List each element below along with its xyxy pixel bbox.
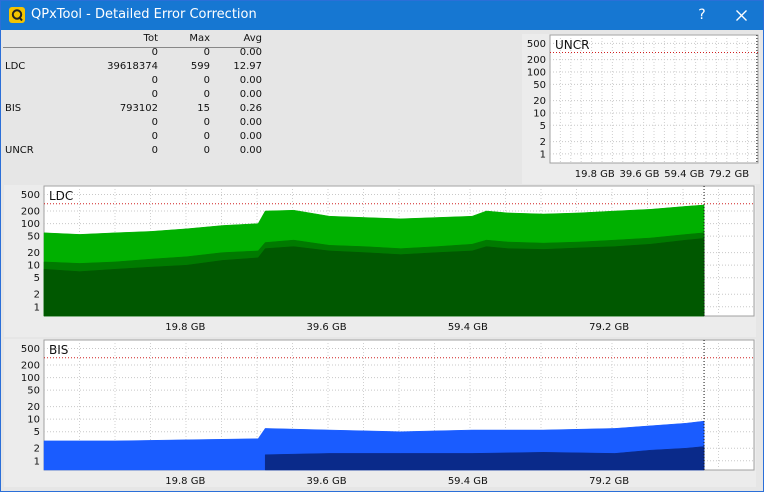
y-tick-label: 10 — [27, 415, 40, 426]
help-icon: ? — [698, 7, 706, 23]
x-tick-label: 59.4 GB — [664, 169, 704, 180]
x-tick-label: 19.8 GB — [165, 322, 205, 333]
stats-row-max: 0 — [203, 130, 210, 142]
x-tick-label: 59.4 GB — [448, 476, 488, 487]
y-tick-label: 1 — [540, 149, 546, 160]
y-tick-label: 5 — [540, 121, 546, 132]
stats-row-avg: 0.00 — [239, 116, 262, 128]
stats-row-max: 599 — [190, 61, 210, 73]
stats-row: 0 0 0.00 — [1, 88, 262, 102]
close-button[interactable] — [723, 1, 761, 30]
qpxtool-window: QPxTool - Detailed Error Correction ? To… — [0, 0, 764, 492]
x-tick-label: 39.6 GB — [307, 322, 347, 333]
y-tick-label: 10 — [533, 108, 546, 119]
stats-row: 0 0 0.00 — [1, 74, 262, 88]
stats-row-tot: 793102 — [119, 102, 158, 114]
y-tick-label: 50 — [533, 80, 546, 91]
y-tick-label: 100 — [527, 67, 546, 78]
statistics-table: Tot Max Avg 0 0 0.00 LDC 39618374 599 12.97 0 0 0… — [1, 32, 271, 157]
stats-header-avg: Avg — [243, 33, 262, 45]
stats-row: UNCR 0 0 0.00 — [1, 143, 262, 157]
ldc-chart: 500 200 100 50 20 10 5 2 1 19.8 GB 39.6 GB 59.4 GB 7… — [4, 185, 756, 337]
stats-row-label — [1, 74, 93, 88]
stats-row-label — [1, 129, 93, 143]
y-tick-label: 5 — [34, 427, 40, 438]
stats-header-max: Max — [189, 33, 210, 45]
stats-row-tot: 39618374 — [107, 61, 158, 73]
y-tick-label: 2 — [540, 137, 546, 148]
help-button[interactable]: ? — [683, 1, 721, 30]
y-tick-label: 50 — [27, 386, 40, 397]
y-tick-label: 10 — [27, 261, 40, 272]
stats-header-divider — [3, 47, 259, 48]
window-title: QPxTool - Detailed Error Correction — [31, 7, 257, 22]
uncr-chart: 500 200 100 50 20 10 5 2 1 19.8 GB 39.6 GB 59.4 GB 7… — [522, 34, 760, 184]
stats-row-max: 0 — [203, 144, 210, 156]
stats-row-label: BIS — [5, 102, 22, 114]
stats-row-max: 0 — [203, 75, 210, 87]
stats-row-avg: 0.00 — [239, 130, 262, 142]
stats-row-label — [1, 115, 93, 129]
stats-row-avg: 0.00 — [239, 89, 262, 100]
y-tick-label: 2 — [34, 444, 40, 455]
y-tick-label: 5 — [34, 273, 40, 284]
y-tick-label: 200 — [21, 361, 40, 372]
stats-row-label: UNCR — [5, 144, 34, 156]
stats-row-max: 0 — [203, 89, 210, 100]
y-tick-label: 200 — [527, 55, 546, 66]
y-tick-label: 20 — [27, 248, 40, 259]
chart-title: UNCR — [555, 38, 589, 52]
stats-row-tot: 0 — [151, 130, 158, 142]
qpxtool-logo-icon — [9, 7, 25, 23]
y-tick-label: 500 — [21, 190, 40, 201]
stats-row-avg: 12.97 — [233, 61, 262, 73]
stats-row-tot: 0 — [151, 89, 158, 100]
stats-row-tot: 0 — [151, 75, 158, 87]
y-tick-label: 100 — [21, 373, 40, 384]
y-tick-label: 2 — [34, 290, 40, 301]
y-tick-label: 50 — [27, 232, 40, 243]
x-tick-label: 79.2 GB — [589, 476, 629, 487]
stats-row-label — [1, 88, 93, 102]
y-tick-label: 500 — [527, 39, 546, 50]
stats-row-max: 15 — [197, 102, 210, 114]
stats-row: 0 0 0.00 — [1, 115, 262, 129]
title-bar[interactable]: QPxTool - Detailed Error Correction ? — [1, 1, 763, 30]
stats-row: BIS 793102 15 0.26 — [1, 101, 262, 115]
stats-row-avg: 0.00 — [239, 75, 262, 87]
chart-title: BIS — [49, 343, 68, 357]
stats-row-tot: 0 — [151, 144, 158, 156]
x-tick-label: 19.8 GB — [165, 476, 205, 487]
y-tick-label: 20 — [533, 96, 546, 107]
stats-row-tot: 0 — [151, 116, 158, 128]
close-icon — [736, 10, 747, 21]
bis-chart: 500 200 100 50 20 10 5 2 1 19.8 GB 39.6 GB 59.4 GB 7… — [4, 339, 756, 487]
y-tick-label: 200 — [21, 207, 40, 218]
x-tick-label: 79.2 GB — [709, 169, 749, 180]
stats-row: 0 0 0.00 — [1, 129, 262, 143]
chart-title: LDC — [49, 189, 73, 203]
stats-header-tot: Tot — [143, 33, 158, 45]
x-tick-label: 39.6 GB — [307, 476, 347, 487]
stats-header-blank — [1, 32, 93, 46]
y-tick-label: 1 — [34, 302, 40, 313]
stats-row-avg: 0.00 — [239, 144, 262, 156]
y-tick-label: 20 — [27, 402, 40, 413]
stats-row-avg: 0.26 — [239, 102, 262, 114]
stats-row-label: LDC — [5, 61, 26, 73]
x-tick-label: 79.2 GB — [589, 322, 629, 333]
stats-row: LDC 39618374 599 12.97 — [1, 60, 262, 74]
y-tick-label: 500 — [21, 344, 40, 355]
x-tick-label: 39.6 GB — [619, 169, 659, 180]
stats-row-max: 0 — [203, 116, 210, 128]
x-tick-label: 19.8 GB — [575, 169, 615, 180]
x-tick-label: 59.4 GB — [448, 322, 488, 333]
y-tick-label: 1 — [34, 456, 40, 467]
y-tick-label: 100 — [21, 219, 40, 230]
